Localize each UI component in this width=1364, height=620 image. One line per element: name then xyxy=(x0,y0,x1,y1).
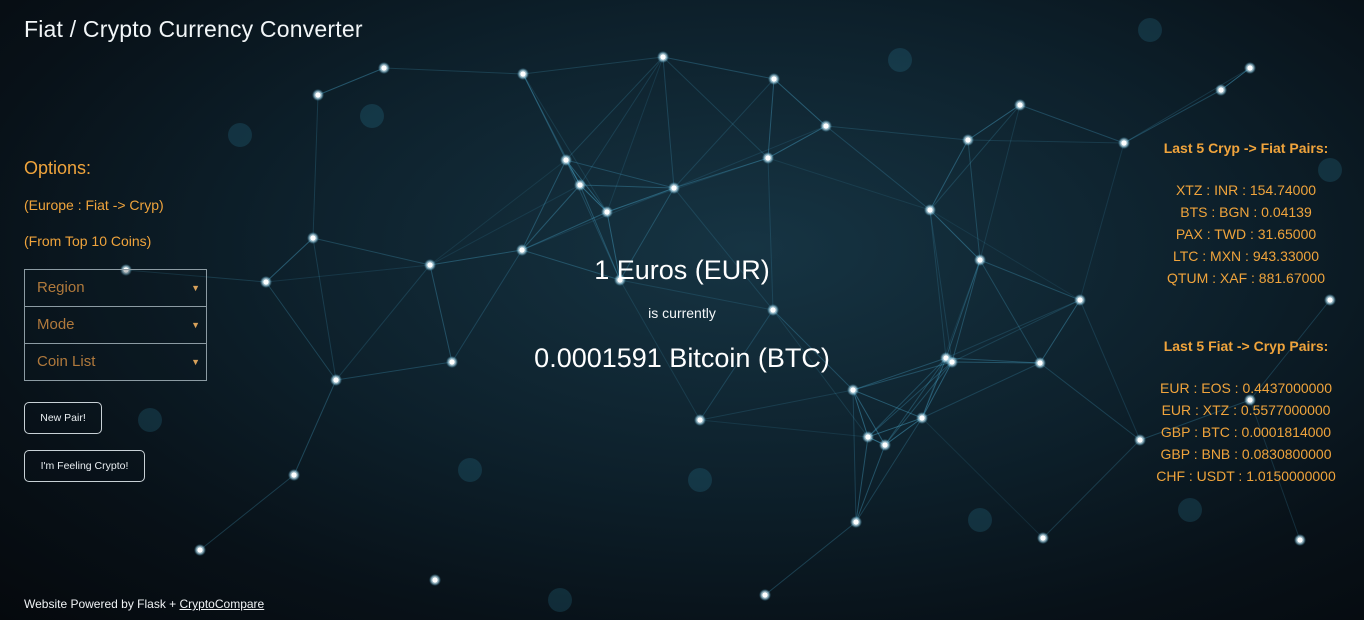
feeling-crypto-button[interactable]: I'm Feeling Crypto! xyxy=(24,450,145,482)
conversion-result: 0.0001591 Bitcoin (BTC) xyxy=(534,343,830,373)
list-item: GBP : BTC : 0.0001814000 xyxy=(1160,424,1332,440)
fiat-to-crypto-heading: Last 5 Fiat -> Cryp Pairs: xyxy=(1163,338,1329,354)
list-item: QTUM : XAF : 881.67000 xyxy=(1167,270,1325,286)
coin-list-select-label: Coin List xyxy=(37,353,96,370)
page-title: Fiat / Crypto Currency Converter xyxy=(24,16,363,42)
caret-down-icon: ▼ xyxy=(191,357,200,367)
coin-list-select[interactable]: Coin List ▼ xyxy=(24,343,207,381)
footer-text: Website Powered by Flask + xyxy=(24,597,180,611)
footer: Website Powered by Flask + CryptoCompare xyxy=(24,597,264,611)
region-select-label: Region xyxy=(37,279,85,296)
caret-down-icon: ▼ xyxy=(191,320,200,330)
conversion-connector: is currently xyxy=(648,305,716,321)
list-item: XTZ : INR : 154.74000 xyxy=(1175,182,1317,198)
options-heading: Options: xyxy=(24,158,92,178)
cryptocompare-link[interactable]: CryptoCompare xyxy=(180,597,265,611)
crypto-to-fiat-panel: Last 5 Cryp -> Fiat Pairs: XTZ : INR : 1… xyxy=(1130,140,1362,289)
list-item: PAX : TWD : 31.65000 xyxy=(1175,226,1317,242)
list-item: EUR : EOS : 0.4437000000 xyxy=(1160,380,1332,396)
list-item: BTS : BGN : 0.04139 xyxy=(1180,204,1312,220)
options-coin-source: (From Top 10 Coins) xyxy=(24,233,152,249)
mode-select-label: Mode xyxy=(37,316,75,333)
list-item: EUR : XTZ : 0.5577000000 xyxy=(1161,402,1331,418)
list-item: CHF : USDT : 1.0150000000 xyxy=(1156,468,1336,484)
fiat-to-crypto-panel: Last 5 Fiat -> Cryp Pairs: EUR : EOS : 0… xyxy=(1130,338,1362,487)
options-panel: Options: (Europe : Fiat -> Cryp) (From T… xyxy=(24,158,224,381)
conversion-amount: 1 Euros (EUR) xyxy=(594,255,770,285)
options-region-mode: (Europe : Fiat -> Cryp) xyxy=(24,197,164,213)
list-item: LTC : MXN : 943.33000 xyxy=(1172,248,1320,264)
caret-down-icon: ▼ xyxy=(191,283,200,293)
list-item: GBP : BNB : 0.0830800000 xyxy=(1160,446,1332,462)
region-select[interactable]: Region ▼ xyxy=(24,269,207,307)
crypto-to-fiat-heading: Last 5 Cryp -> Fiat Pairs: xyxy=(1163,140,1329,156)
mode-select[interactable]: Mode ▼ xyxy=(24,306,207,344)
new-pair-button[interactable]: New Pair! xyxy=(24,402,102,434)
